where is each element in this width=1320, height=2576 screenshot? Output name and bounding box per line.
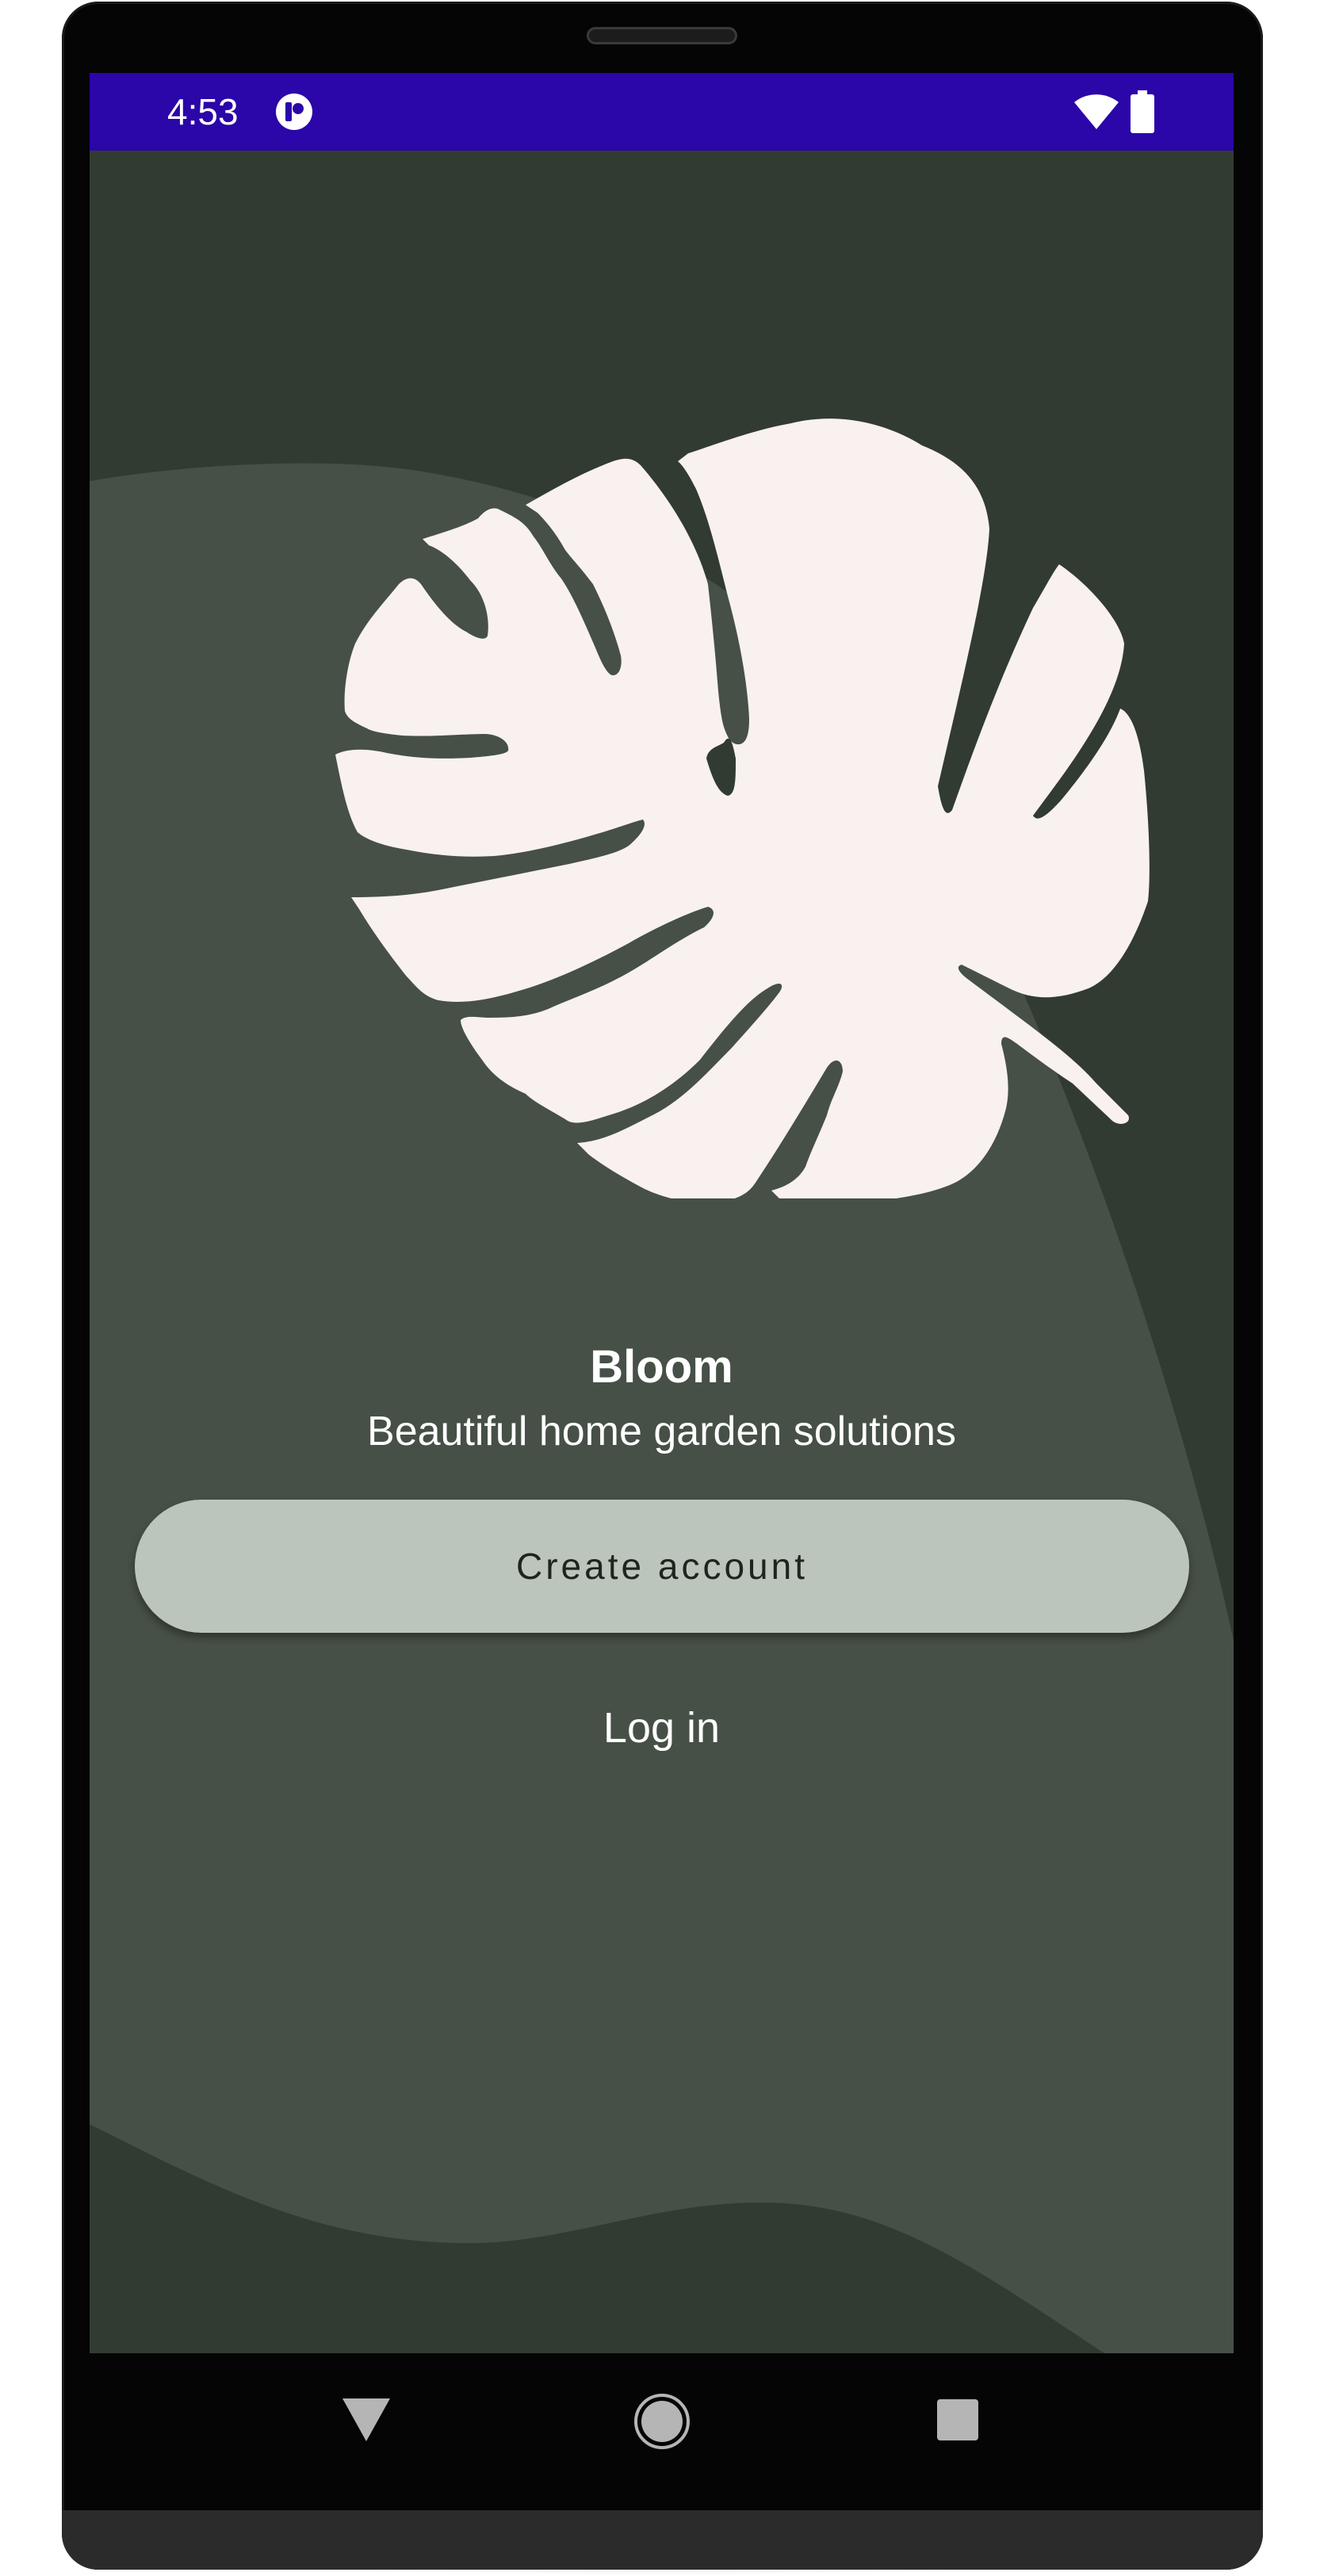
login-button[interactable]: Log in — [534, 1699, 790, 1757]
earpiece-speaker — [587, 27, 737, 44]
wifi-icon — [1074, 94, 1119, 129]
status-time: 4:53 — [167, 91, 239, 132]
back-icon[interactable] — [341, 2397, 392, 2443]
app-title: Bloom — [590, 1341, 733, 1393]
home-icon[interactable] — [633, 2393, 691, 2450]
app-notification-icon — [276, 94, 312, 130]
monstera-leaf-icon — [335, 419, 1150, 1198]
create-account-button[interactable]: Create account — [135, 1500, 1189, 1633]
app-subtitle: Beautiful home garden solutions — [367, 1408, 956, 1454]
recents-icon[interactable] — [935, 2398, 980, 2442]
create-account-label: Create account — [516, 1546, 808, 1587]
battery-icon — [1131, 90, 1154, 133]
app-screen: 4:53 Bloom Beautiful home garden solutio… — [90, 73, 1234, 2353]
navigation-bar — [90, 2353, 1234, 2512]
phone-chin — [62, 2510, 1263, 2570]
status-bar: 4:53 — [90, 73, 1234, 151]
